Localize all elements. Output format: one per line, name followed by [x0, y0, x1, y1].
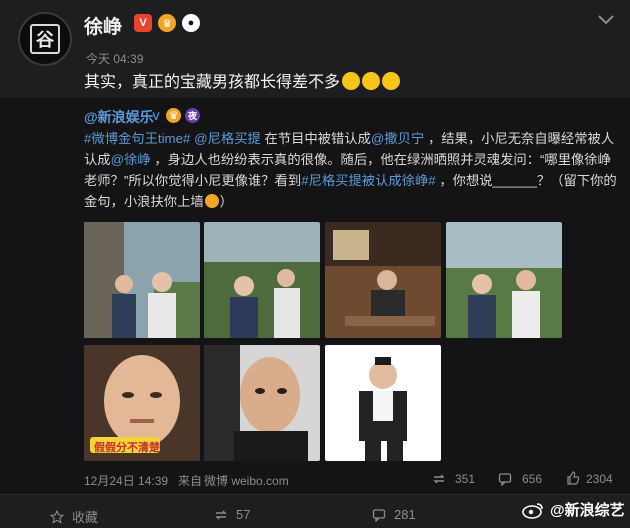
author-badges: V ♛ ● [134, 14, 200, 32]
verified-v-icon: V [134, 14, 152, 32]
watermark: @新浪综艺 [522, 499, 625, 520]
image-thumb-1[interactable] [84, 222, 200, 338]
comment-icon[interactable] [498, 472, 512, 486]
body-link[interactable]: #尼格买提被认成徐峥# [301, 173, 435, 188]
body-link[interactable]: @徐峥 [111, 152, 151, 167]
watermark-text: @新浪综艺 [550, 502, 625, 519]
avatar-logo: 谷 [30, 24, 60, 54]
post-time: 今天 04:39 [86, 52, 144, 66]
post-text: 其实，真正的宝藏男孩都长得差不多 [84, 68, 401, 92]
verified-blue-v-icon: V [152, 111, 160, 123]
image-thumb-7[interactable] [325, 345, 441, 461]
body-link[interactable]: @撒贝宁 [371, 131, 424, 146]
flex-arm-emoji-icon [204, 194, 219, 208]
grin-emoji-icon [342, 72, 361, 90]
source-link[interactable]: 微博 weibo.com [204, 472, 289, 489]
chevron-down-icon[interactable] [596, 14, 616, 26]
body-text: ） [219, 194, 233, 209]
star-icon [50, 509, 64, 524]
body-text: 在节目中被错认成 [260, 131, 371, 146]
comment-icon [372, 508, 386, 522]
image-thumb-6[interactable] [204, 345, 320, 461]
repost-icon[interactable] [432, 472, 446, 486]
repost-button[interactable]: 57 [214, 507, 250, 522]
comment-count: 656 [522, 472, 543, 486]
body-link[interactable]: #微博金句王time# [84, 131, 190, 146]
crown-icon: ♛ [166, 108, 181, 123]
body-link[interactable]: @尼格买提 [194, 131, 261, 146]
like-count: 2304 [586, 472, 613, 486]
crown-icon: ♛ [158, 14, 176, 32]
weibo-logo-icon [522, 502, 543, 519]
repost-body: #微博金句王time# @尼格买提 在节目中被错认成@撒贝宁 ，结果，小尼无奈自… [84, 128, 624, 212]
repost-date: 12月24日 14:39 [84, 474, 169, 488]
grin-emoji-icon [362, 72, 381, 90]
repost-author[interactable]: @新浪娱乐 [84, 107, 154, 127]
avatar[interactable]: 谷 [18, 12, 72, 66]
image-thumb-5[interactable]: 假假分不清楚 [84, 345, 200, 461]
repost-count: 351 [455, 472, 476, 486]
favorite-label: 收藏 [72, 510, 99, 525]
grin-emoji-icon [382, 72, 401, 90]
body-text: 所以你觉得小尼更像谁？看到 [128, 173, 302, 188]
night-badge-icon: 夜 [185, 108, 200, 123]
post-body: 其实，真正的宝藏男孩都长得差不多 [84, 74, 341, 91]
share-icon [215, 510, 227, 519]
image-caption: 假假分不清楚 [94, 442, 160, 454]
repost-badges: V ♛ 夜 [150, 108, 200, 126]
author-name[interactable]: 徐峥 [84, 12, 122, 39]
source-prefix: 来自 [178, 474, 203, 488]
image-thumb-2[interactable] [204, 222, 320, 338]
repost-button-count: 57 [236, 507, 251, 522]
panda-icon: ● [182, 14, 200, 32]
image-thumb-3[interactable] [325, 222, 441, 338]
image-thumb-4[interactable] [446, 222, 562, 338]
comment-button-count: 281 [394, 507, 416, 522]
like-icon[interactable] [566, 471, 580, 485]
comment-button[interactable]: 281 [372, 507, 416, 522]
favorite-button[interactable]: 收藏 [50, 507, 98, 526]
